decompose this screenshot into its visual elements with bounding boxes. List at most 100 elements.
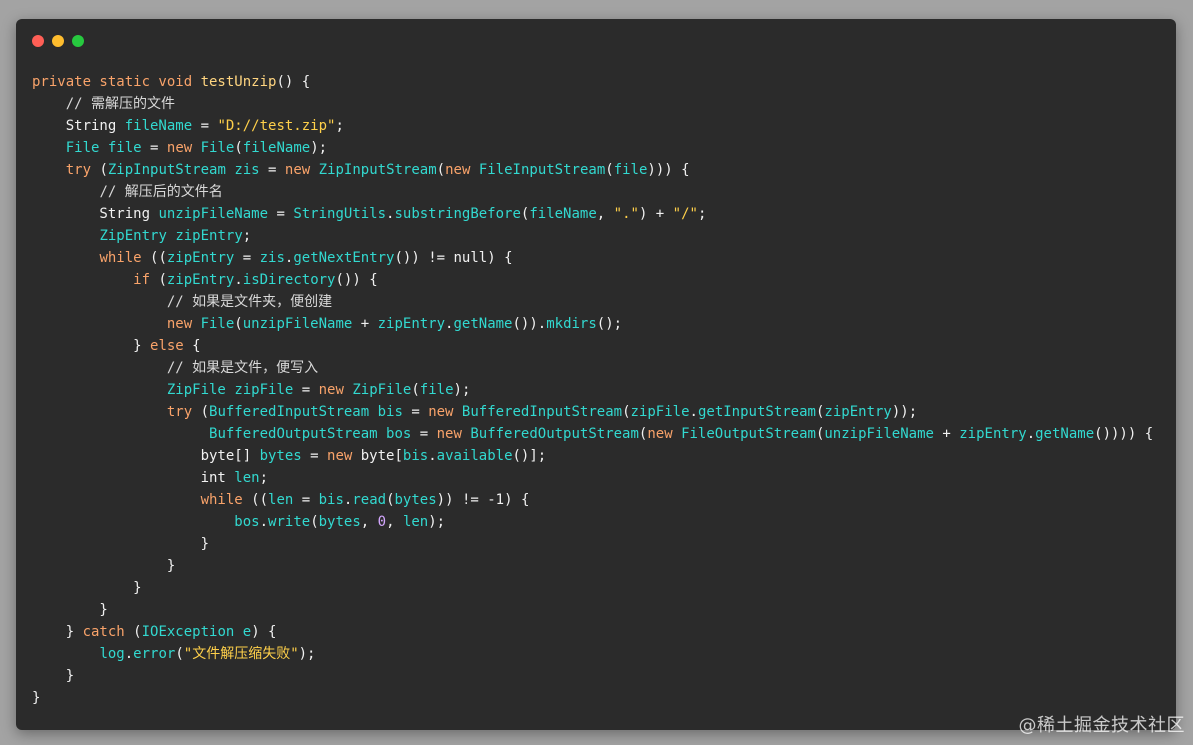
- code-token-plain: =: [192, 118, 218, 134]
- code-token-variable: bis: [377, 404, 403, 420]
- code-token-plain: ((: [251, 492, 269, 508]
- code-line: byte[] bytes = new byte[bis.available()]…: [32, 445, 1153, 467]
- code-token-plain: }: [32, 690, 41, 706]
- code-token-plain: ();: [596, 316, 623, 332]
- code-line: if (zipEntry.isDirectory()) {: [32, 269, 1153, 291]
- code-line: } else {: [32, 335, 1153, 357]
- code-token-plain: ;: [242, 228, 252, 244]
- code-token-variable: zipEntry: [166, 250, 235, 266]
- code-token-plain: (: [411, 382, 420, 398]
- code-token-plain: byte[]: [32, 448, 260, 464]
- code-token-plain: .: [259, 514, 269, 530]
- code-token-variable: error: [133, 646, 176, 662]
- code-token-plain: (: [234, 316, 243, 332]
- code-token-variable: e: [242, 624, 252, 640]
- close-dot-icon[interactable]: [32, 35, 44, 47]
- code-token-variable: bytes: [318, 514, 361, 530]
- code-token-type: BufferedOutputStream: [470, 426, 639, 442]
- code-token-plain: =: [268, 206, 294, 222]
- code-token-variable: len: [234, 470, 260, 486]
- code-token-variable: getInputStream: [697, 404, 816, 420]
- code-line: int len;: [32, 467, 1153, 489]
- code-token-variable: unzipFileName: [158, 206, 269, 222]
- window-controls: [32, 35, 84, 47]
- code-token-plain: +: [933, 426, 960, 442]
- code-token-plain: ()))) {: [1094, 426, 1154, 442]
- code-token-plain: ) +: [638, 206, 673, 222]
- code-token-plain: byte[: [360, 448, 403, 464]
- code-token-plain: .: [428, 448, 437, 464]
- code-token-plain: =: [402, 404, 429, 420]
- code-token-plain: (: [200, 404, 210, 420]
- code-token-plain: ,: [386, 514, 403, 530]
- code-token-plain: }: [32, 668, 75, 684]
- code-token-variable: file: [107, 140, 142, 156]
- code-token-plain: =: [293, 382, 319, 398]
- code-token-variable: fileName: [529, 206, 597, 222]
- code-token-plain: (: [605, 162, 614, 178]
- code-token-keyword: if: [133, 272, 159, 288]
- code-token-type: BufferedInputStream: [461, 404, 623, 420]
- code-token-type: File: [65, 140, 100, 156]
- code-token-plain: }: [32, 338, 151, 354]
- code-line: }: [32, 599, 1153, 621]
- code-token-plain: (: [99, 162, 108, 178]
- code-line: String unzipFileName = StringUtils.subst…: [32, 203, 1153, 225]
- code-token-plain: }: [32, 558, 176, 574]
- code-token-plain: }: [32, 602, 108, 618]
- code-token-variable: zipEntry: [824, 404, 892, 420]
- maximize-dot-icon[interactable]: [72, 35, 84, 47]
- code-block: private static void testUnzip() { // 需解压…: [32, 71, 1153, 709]
- code-token-plain: .: [234, 272, 243, 288]
- code-token-plain: ()];: [512, 448, 547, 464]
- code-token-number: 0: [377, 514, 387, 530]
- code-line: }: [32, 577, 1153, 599]
- code-token-plain: =: [259, 162, 285, 178]
- code-token-keyword: while: [99, 250, 151, 266]
- code-token-plain: ()) != null) {: [394, 250, 513, 266]
- code-token-comment: // 如果是文件夹，便创建: [166, 294, 333, 310]
- code-token-plain: }: [32, 580, 142, 596]
- code-line: new File(unzipFileName + zipEntry.getNam…: [32, 313, 1153, 335]
- code-token-function: testUnzip: [200, 74, 277, 90]
- code-token-variable: bis: [402, 448, 429, 464]
- code-token-variable: available: [436, 448, 513, 464]
- code-token-plain: );: [428, 514, 446, 530]
- code-token-variable: getName: [453, 316, 513, 332]
- code-token-comment: // 解压后的文件名: [99, 184, 223, 200]
- code-token-keyword: new: [647, 426, 682, 442]
- code-token-keyword: private static void: [32, 74, 201, 90]
- code-line: // 需解压的文件: [32, 93, 1153, 115]
- code-token-string: "文件解压缩失败": [183, 646, 299, 662]
- code-token-variable: zipEntry: [377, 316, 446, 332]
- code-token-plain: );: [310, 140, 328, 156]
- code-token-plain: ()) {: [335, 272, 378, 288]
- code-token-variable: bytes: [394, 492, 437, 508]
- code-token-type: FileOutputStream: [681, 426, 816, 442]
- code-token-variable: zipEntry: [959, 426, 1027, 442]
- code-token-variable: zipEntry: [175, 228, 243, 244]
- code-token-variable: getName: [1035, 426, 1095, 442]
- code-token-keyword: new: [284, 162, 319, 178]
- code-token-variable: unzipFileName: [242, 316, 353, 332]
- minimize-dot-icon[interactable]: [52, 35, 64, 47]
- code-token-keyword: new: [318, 382, 353, 398]
- code-token-plain: =: [301, 448, 328, 464]
- code-token-keyword: catch: [82, 624, 134, 640]
- code-token-plain: String: [32, 206, 159, 222]
- code-token-plain: +: [352, 316, 378, 332]
- code-token-plain: ,: [360, 514, 378, 530]
- code-line: } catch (IOException e) {: [32, 621, 1153, 643]
- code-token-variable: file: [613, 162, 648, 178]
- code-token-variable: unzipFileName: [824, 426, 934, 442]
- code-token-plain: .: [1026, 426, 1036, 442]
